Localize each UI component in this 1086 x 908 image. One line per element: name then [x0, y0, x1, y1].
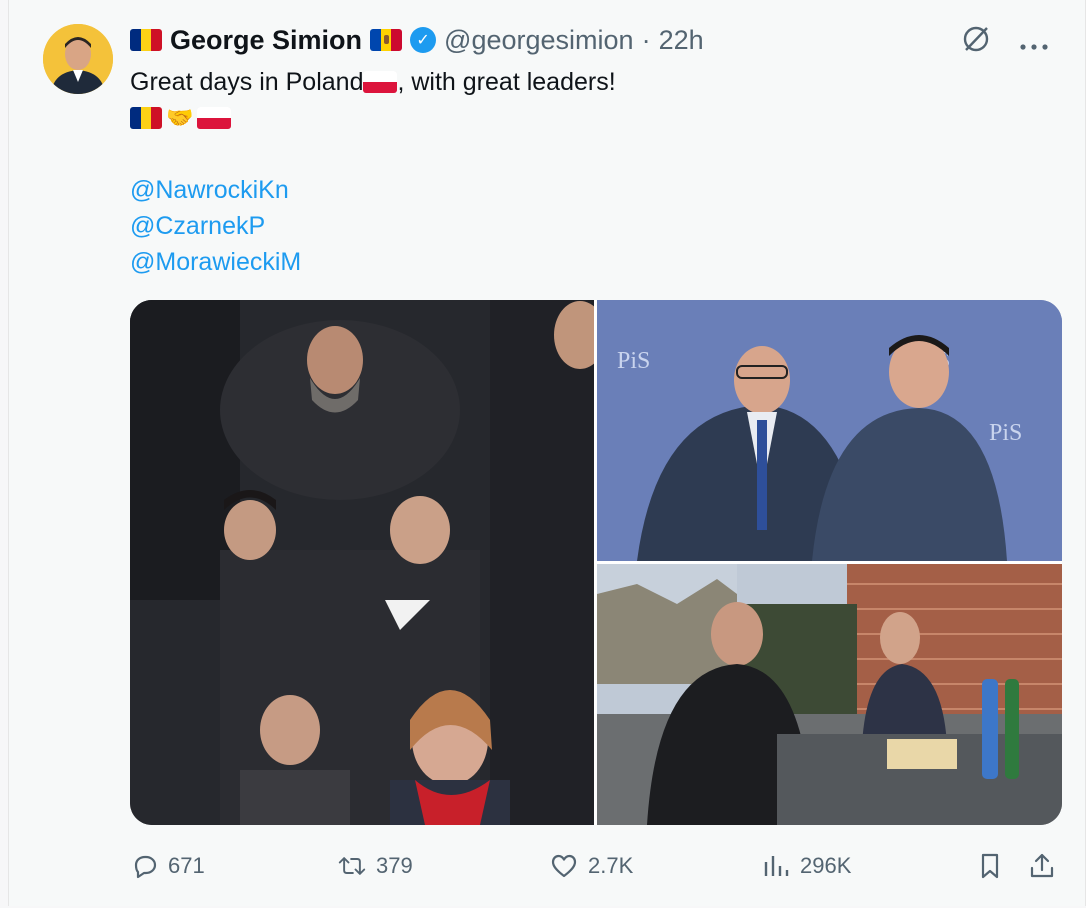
like-count: 2.7K: [588, 853, 634, 878]
moldova-flag-icon: [370, 29, 403, 51]
bookmark-button[interactable]: [976, 848, 1004, 884]
tweet-top-actions: [961, 24, 1049, 60]
poland-flag-icon: [363, 71, 398, 93]
tweet-text: Great days in Poland , with great leader…: [130, 64, 1010, 280]
stadium-crowd-image: [130, 300, 594, 825]
views-button[interactable]: 296K: [762, 848, 851, 884]
terrace-image: [597, 564, 1062, 825]
like-icon: [551, 854, 577, 878]
separator: ·: [641, 24, 651, 55]
author-handle[interactable]: @georgesimion: [444, 25, 634, 56]
poland-flag-icon: [197, 107, 232, 129]
share-button[interactable]: [1028, 848, 1056, 884]
author-name[interactable]: George Simion: [170, 25, 362, 56]
retweet-button[interactable]: 379: [338, 848, 413, 884]
more-icon[interactable]: [1019, 28, 1049, 56]
tweet-card: George Simion ✓ @georgesimion · 22h Grea…: [8, 0, 1086, 906]
media-grid: PiS PiS PiS: [130, 300, 1062, 825]
avatar[interactable]: [43, 24, 113, 94]
handshake-icon: 🤝: [166, 105, 194, 130]
retweet-icon: [338, 857, 366, 875]
mention-link[interactable]: @MorawieckiM: [130, 244, 301, 280]
photo-terrace[interactable]: [597, 564, 1062, 825]
photo-pis-meeting[interactable]: PiS PiS PiS: [597, 300, 1062, 561]
reply-icon: [134, 855, 157, 879]
like-button[interactable]: 2.7K: [550, 848, 633, 884]
mention-link[interactable]: @CzarnekP: [130, 208, 265, 244]
views-icon: [764, 856, 789, 876]
tweet-text-line1-suffix: , with great leaders!: [397, 68, 616, 96]
share-icon: [1030, 853, 1054, 878]
tweet-text-line1-prefix: Great days in Poland: [130, 68, 364, 96]
retweet-count: 379: [376, 853, 413, 878]
views-count: 296K: [800, 853, 852, 878]
verified-badge-icon: ✓: [410, 27, 437, 53]
mention-link[interactable]: @NawrockiKn: [130, 172, 289, 208]
photo-stadium-crowd[interactable]: [130, 300, 594, 825]
grok-icon[interactable]: [961, 24, 991, 60]
tweet-action-bar: 671 379 2.7K 296K: [130, 848, 1062, 884]
reply-count: 671: [168, 853, 205, 878]
bookmark-icon: [981, 853, 999, 879]
romania-flag-icon: [130, 107, 162, 129]
tweet-header: George Simion ✓ @georgesimion · 22h: [130, 24, 704, 56]
avatar-portrait: [43, 24, 113, 94]
timestamp[interactable]: 22h: [659, 25, 704, 56]
romania-flag-icon: [130, 29, 162, 51]
pis-logo-text: PiS: [617, 348, 650, 374]
pis-logo-text: PiS: [989, 420, 1022, 446]
reply-button[interactable]: 671: [130, 848, 205, 884]
pis-meeting-image: PiS PiS PiS: [597, 300, 1062, 561]
